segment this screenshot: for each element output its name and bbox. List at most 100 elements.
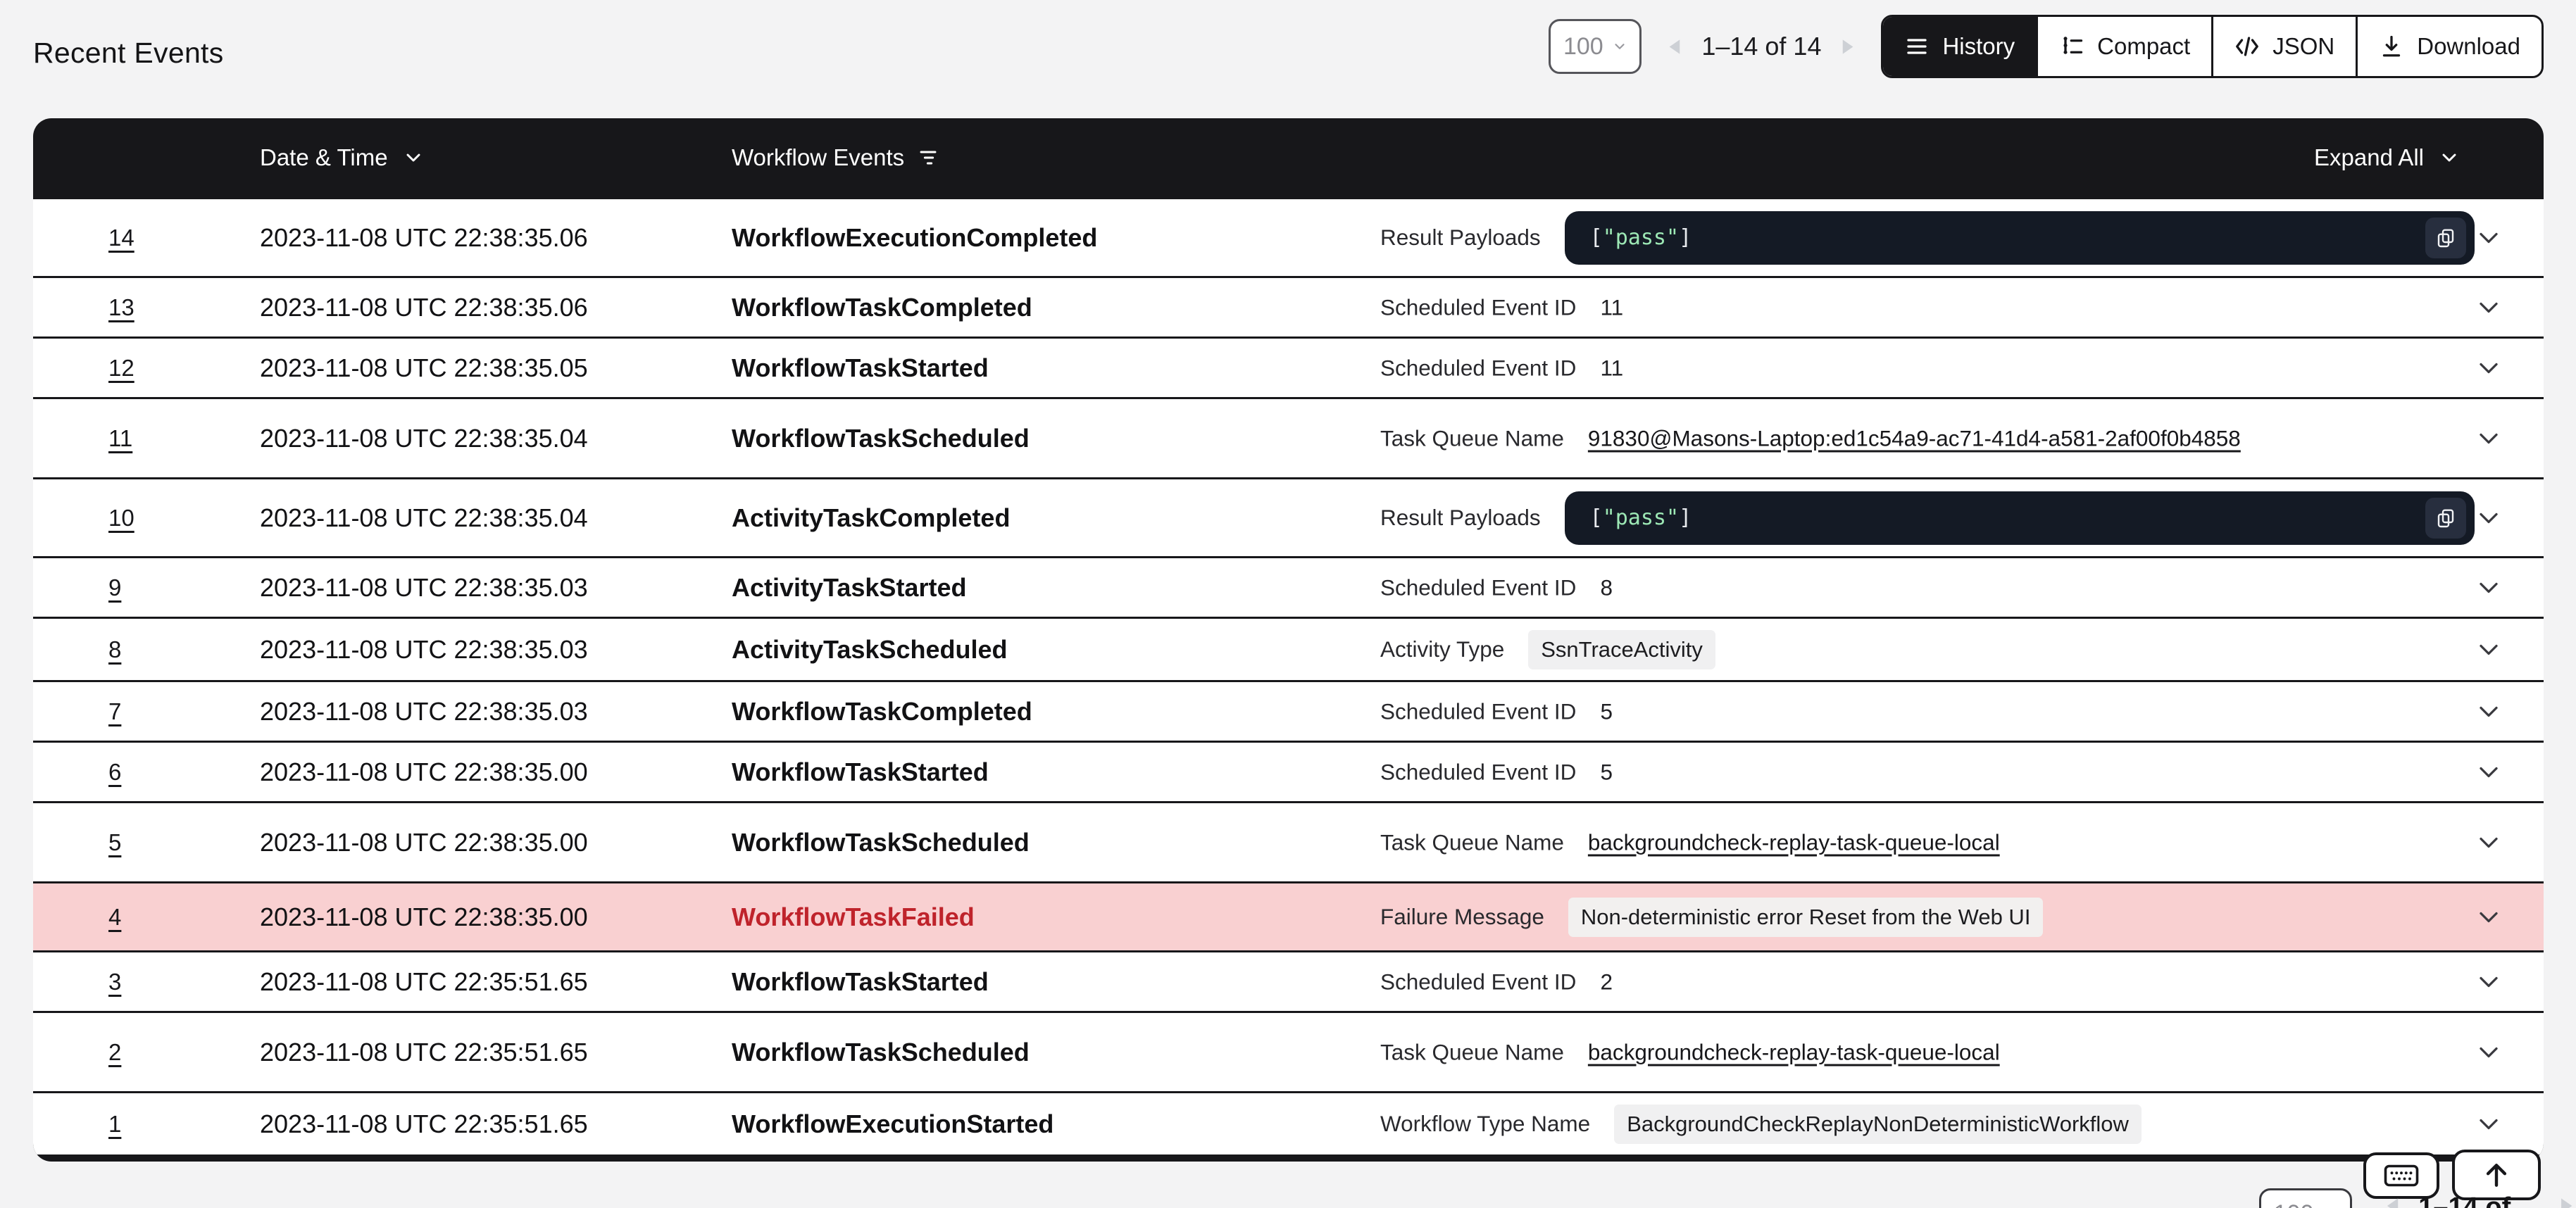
payload-value: ["pass"] (1565, 211, 2475, 265)
event-type: WorkflowTaskScheduled (732, 1038, 1030, 1067)
event-type: ActivityTaskScheduled (732, 635, 1007, 665)
event-id-link[interactable]: 4 (108, 904, 121, 931)
detail-value: 11 (1600, 355, 1623, 381)
event-type: WorkflowTaskStarted (732, 353, 989, 383)
chevron-down (2473, 696, 2504, 727)
detail-link[interactable]: backgroundcheck-replay-task-queue-local (1588, 1039, 2000, 1065)
event-timestamp: 2023-11-08 UTC 22:38:35.03 (260, 697, 588, 726)
date-time-column-header[interactable]: Date & Time (260, 144, 425, 171)
chevron-down-icon[interactable] (2473, 634, 2504, 665)
event-type: ActivityTaskStarted (732, 573, 966, 603)
table-row[interactable]: 42023-11-08 UTC 22:38:35.00WorkflowTaskF… (33, 883, 2544, 950)
table-row[interactable]: 72023-11-08 UTC 22:38:35.03WorkflowTaskC… (33, 682, 2544, 741)
table-row[interactable]: 102023-11-08 UTC 22:38:35.04ActivityTask… (33, 479, 2544, 556)
payload-json: ["pass"] (1590, 505, 1692, 530)
prev-page-icon[interactable] (2383, 1195, 2403, 1208)
event-detail: Scheduled Event ID5 (1380, 759, 2475, 785)
chevron-down-icon[interactable] (2473, 572, 2504, 603)
detail-label: Failure Message (1380, 904, 1544, 930)
detail-label: Result Payloads (1380, 225, 1541, 251)
event-type: WorkflowExecutionCompleted (732, 223, 1097, 253)
table-row[interactable]: 12023-11-08 UTC 22:35:51.65WorkflowExecu… (33, 1093, 2544, 1154)
view-tab-history[interactable]: History (1883, 17, 2036, 76)
event-timestamp: 2023-11-08 UTC 22:38:35.00 (260, 902, 588, 932)
next-page-icon[interactable] (1838, 37, 1857, 56)
pagination: 1–14 of 14 (1665, 32, 1857, 61)
workflow-events-column-header[interactable]: Workflow Events (732, 144, 941, 171)
view-switcher: HistoryCompact JSON Download (1881, 15, 2544, 78)
chevron-down-icon[interactable] (2473, 503, 2504, 534)
event-id-link[interactable]: 2 (108, 1039, 121, 1066)
chevron-down-icon[interactable] (2473, 1037, 2504, 1068)
event-id-link[interactable]: 12 (108, 355, 135, 382)
chevron-down (2473, 757, 2504, 788)
table-row[interactable]: 92023-11-08 UTC 22:38:35.03ActivityTaskS… (33, 558, 2544, 617)
detail-badge: Non-deterministic error Reset from the W… (1568, 898, 2044, 937)
event-detail: Activity TypeSsnTraceActivity (1380, 630, 2475, 669)
event-id-link[interactable]: 10 (108, 505, 135, 531)
chevron-down-icon[interactable] (2473, 757, 2504, 788)
detail-link[interactable]: backgroundcheck-replay-task-queue-local (1588, 829, 2000, 855)
copy-button[interactable] (2425, 498, 2466, 539)
event-id-link[interactable]: 3 (108, 969, 121, 995)
menu-icon (1904, 34, 1930, 59)
chevron-down-icon[interactable] (2473, 696, 2504, 727)
event-timestamp: 2023-11-08 UTC 22:35:51.65 (260, 1109, 588, 1139)
event-id-link[interactable]: 8 (108, 636, 121, 663)
event-detail: Result Payloads ["pass"] (1380, 211, 2475, 265)
table-row[interactable]: 32023-11-08 UTC 22:35:51.65WorkflowTaskS… (33, 952, 2544, 1011)
event-id-link[interactable]: 7 (108, 698, 121, 725)
copy-icon (2434, 507, 2457, 529)
chevron-down (2473, 634, 2504, 665)
table-row[interactable]: 62023-11-08 UTC 22:38:35.00WorkflowTaskS… (33, 743, 2544, 801)
chevron-down-icon (2438, 146, 2461, 169)
chevron-down-icon[interactable] (2473, 222, 2504, 253)
detail-label: Task Queue Name (1380, 829, 1564, 855)
next-page-icon[interactable] (2556, 1195, 2576, 1208)
table-row[interactable]: 132023-11-08 UTC 22:38:35.06WorkflowTask… (33, 278, 2544, 336)
event-id-link[interactable]: 11 (108, 425, 132, 452)
chevron-down-icon[interactable] (2473, 827, 2504, 858)
chevron-down-icon[interactable] (2473, 967, 2504, 998)
event-detail: Task Queue Namebackgroundcheck-replay-ta… (1380, 1039, 2475, 1065)
event-type: WorkflowTaskScheduled (732, 828, 1030, 857)
table-row[interactable]: 22023-11-08 UTC 22:35:51.65WorkflowTaskS… (33, 1013, 2544, 1091)
view-tab-label: JSON (2272, 33, 2334, 60)
table-row[interactable]: 112023-11-08 UTC 22:38:35.04WorkflowTask… (33, 399, 2544, 477)
table-row[interactable]: 82023-11-08 UTC 22:38:35.03ActivityTaskS… (33, 619, 2544, 680)
event-id-link[interactable]: 6 (108, 759, 121, 786)
events-table: Date & Time Workflow Events Expand All 1… (33, 118, 2544, 1162)
prev-page-icon[interactable] (1665, 37, 1684, 56)
per-page-select[interactable]: 100 (1549, 19, 1642, 74)
event-detail: Failure Message Non-deterministic error R… (1380, 898, 2475, 937)
chevron-down-icon[interactable] (2473, 423, 2504, 454)
view-tab-download[interactable]: Download (2356, 17, 2541, 76)
event-detail: Task Queue Name91830@Masons-Laptop:ed1c5… (1380, 425, 2475, 451)
event-type: WorkflowTaskStarted (732, 967, 989, 997)
chevron-down-icon[interactable] (2473, 353, 2504, 384)
table-row[interactable]: 142023-11-08 UTC 22:38:35.06WorkflowExec… (33, 199, 2544, 276)
chevron-down-icon[interactable] (2473, 1109, 2504, 1140)
event-id-link[interactable]: 14 (108, 225, 135, 251)
event-id-link[interactable]: 1 (108, 1111, 121, 1138)
view-tab-compact[interactable]: Compact (2036, 17, 2211, 76)
filter-icon (918, 146, 941, 169)
detail-value: 5 (1600, 698, 1613, 724)
per-page-select-bottom[interactable]: 100 (2259, 1188, 2352, 1208)
view-tab-json[interactable]: JSON (2211, 17, 2356, 76)
detail-label: Result Payloads (1380, 505, 1541, 531)
detail-label: Scheduled Event ID (1380, 294, 1576, 320)
copy-button[interactable] (2425, 218, 2466, 258)
expand-all-button[interactable]: Expand All (2314, 144, 2461, 171)
table-row[interactable]: 52023-11-08 UTC 22:38:35.00WorkflowTaskS… (33, 803, 2544, 881)
event-id-link[interactable]: 9 (108, 574, 121, 601)
detail-link[interactable]: 91830@Masons-Laptop:ed1c54a9-ac71-41d4-a… (1588, 425, 2241, 451)
event-detail: Scheduled Event ID8 (1380, 574, 2475, 600)
table-row[interactable]: 122023-11-08 UTC 22:38:35.05WorkflowTask… (33, 339, 2544, 397)
payload-value: ["pass"] (1565, 491, 2475, 545)
event-detail: Workflow Type NameBackgroundCheckReplayN… (1380, 1105, 2475, 1144)
chevron-down-icon[interactable] (2473, 902, 2504, 933)
event-id-link[interactable]: 5 (108, 829, 121, 856)
event-id-link[interactable]: 13 (108, 294, 135, 321)
chevron-down-icon[interactable] (2473, 292, 2504, 323)
